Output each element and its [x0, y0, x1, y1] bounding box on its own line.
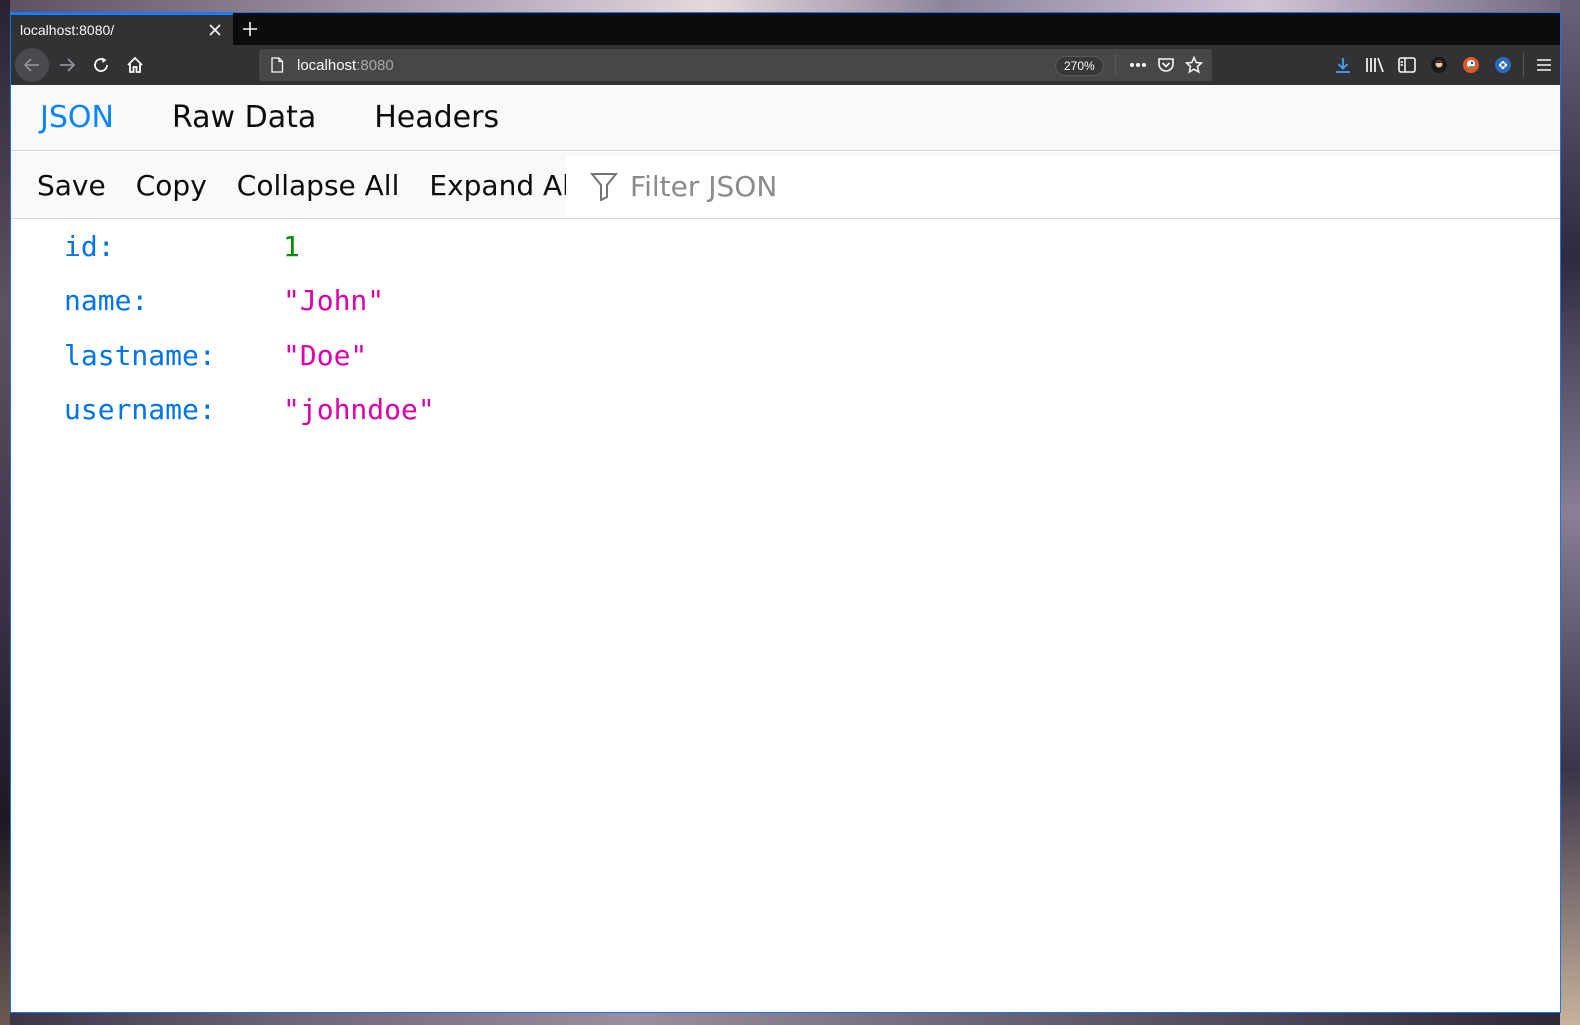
browser-window: localhost:8080/ localhost:8080 270% JSON…: [10, 12, 1561, 1013]
sidebar-icon[interactable]: [1391, 49, 1423, 81]
plus-icon[interactable]: [233, 13, 267, 45]
more-dots-icon[interactable]: [1124, 52, 1152, 78]
json-row[interactable]: lastname: "Doe": [11, 329, 1560, 383]
home-icon[interactable]: [119, 49, 151, 81]
save-button[interactable]: Save: [37, 152, 106, 219]
download-icon[interactable]: [1327, 49, 1359, 81]
expand-all-button[interactable]: Expand All: [429, 152, 577, 219]
desktop-wallpaper-top: [0, 0, 1580, 12]
tab-headers[interactable]: Headers: [374, 85, 499, 151]
json-key: lastname:: [64, 339, 216, 372]
copy-button[interactable]: Copy: [136, 152, 207, 219]
url-separator: [1115, 54, 1116, 76]
url-actions: [1115, 52, 1208, 78]
extension-icon[interactable]: [1423, 49, 1455, 81]
duckduckgo-icon[interactable]: [1455, 49, 1487, 81]
puzzle-icon[interactable]: [1487, 49, 1519, 81]
json-key: name:: [64, 284, 149, 317]
filter-funnel-icon: [590, 171, 620, 201]
json-key: id:: [64, 230, 115, 263]
close-icon[interactable]: [205, 20, 225, 40]
url-host: localhost: [297, 56, 357, 74]
json-row[interactable]: name: "John": [11, 274, 1560, 328]
toolbar-separator: [1523, 53, 1524, 77]
tab-raw-data[interactable]: Raw Data: [172, 85, 316, 151]
desktop-wallpaper-left: [0, 0, 10, 1025]
filter-json-input[interactable]: [630, 169, 1430, 203]
json-value: "Doe": [283, 339, 368, 372]
tab-strip: localhost:8080/: [11, 13, 1560, 45]
zoom-level-badge[interactable]: 270%: [1055, 56, 1104, 76]
star-icon[interactable]: [1180, 52, 1208, 78]
tab-json[interactable]: JSON: [40, 85, 114, 151]
pocket-icon[interactable]: [1152, 52, 1180, 78]
viewer-tabs: JSON Raw Data Headers: [11, 85, 1560, 151]
json-toolbar: Save Copy Collapse All Expand All: [11, 152, 1560, 219]
collapse-all-button[interactable]: Collapse All: [237, 152, 400, 219]
page-icon[interactable]: [269, 57, 285, 73]
json-row[interactable]: username: "johndoe": [11, 383, 1560, 437]
json-value: "johndoe": [283, 393, 435, 426]
forward-arrow-icon[interactable]: [51, 49, 83, 81]
json-value: 1: [283, 230, 300, 263]
tab-title: localhost:8080/: [20, 22, 115, 38]
library-icon[interactable]: [1359, 49, 1391, 81]
json-value: "John": [283, 284, 385, 317]
navigation-bar: localhost:8080 270%: [11, 45, 1560, 85]
json-row[interactable]: id: 1: [11, 220, 1560, 274]
json-key: username:: [64, 393, 216, 426]
url-bar[interactable]: localhost:8080 270%: [259, 49, 1212, 81]
url-text[interactable]: localhost:8080: [297, 57, 394, 74]
browser-tab[interactable]: localhost:8080/: [11, 13, 233, 45]
desktop-wallpaper-right: [1560, 0, 1580, 1025]
hamburger-menu-icon[interactable]: [1528, 49, 1560, 81]
back-arrow-icon[interactable]: [15, 48, 49, 82]
toolbar-right: [1327, 49, 1560, 81]
reload-icon[interactable]: [85, 49, 117, 81]
url-port: :8080: [356, 56, 394, 74]
filter-box: [566, 156, 1560, 216]
